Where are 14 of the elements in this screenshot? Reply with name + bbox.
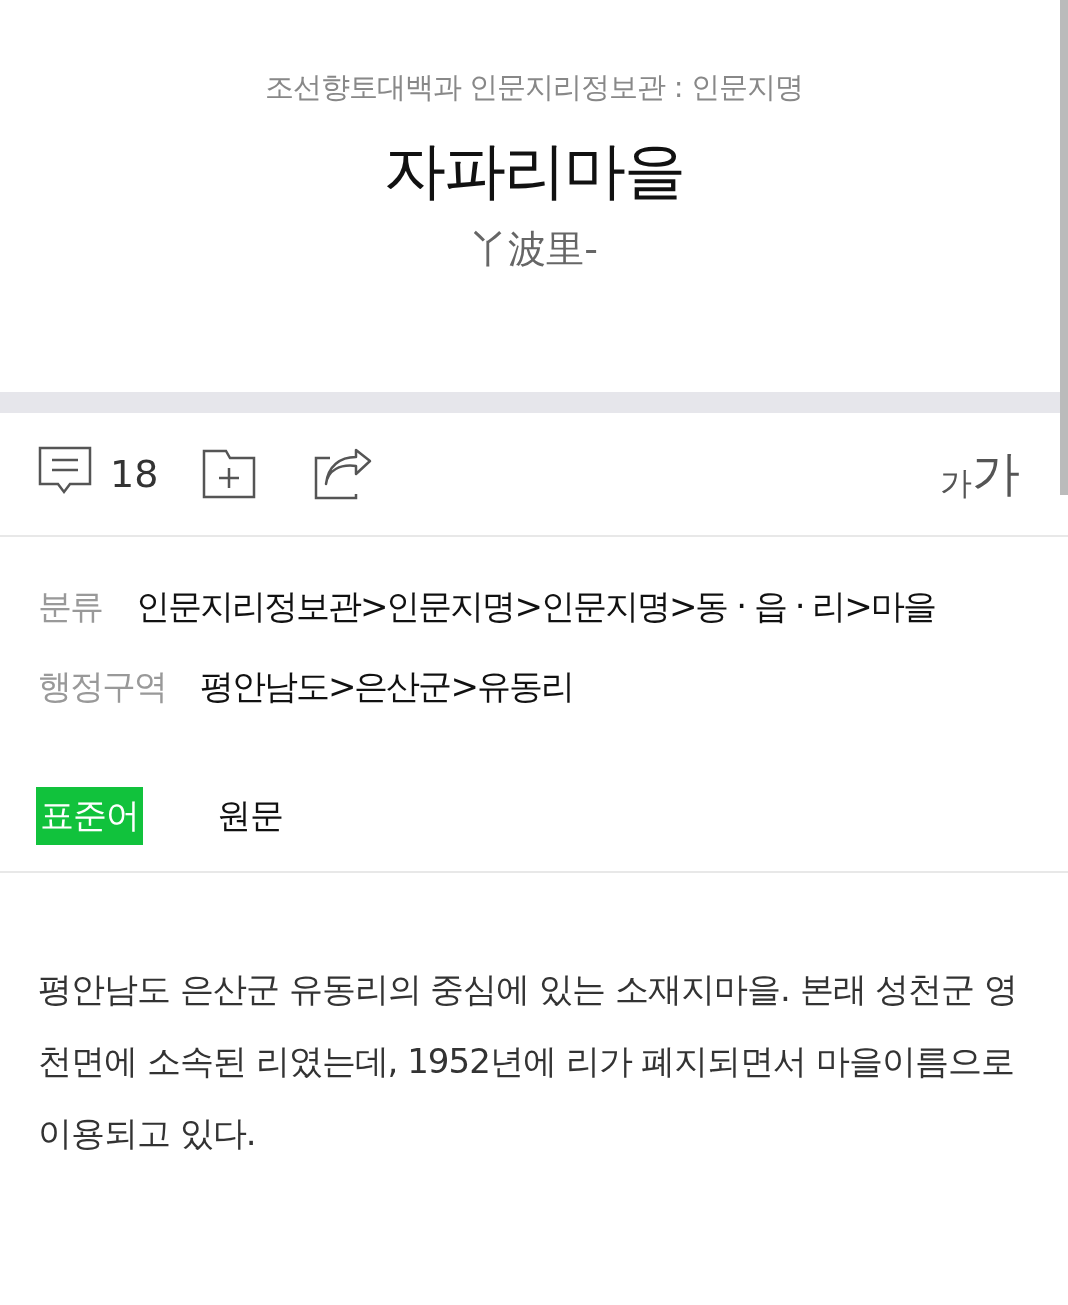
hanja-title: 丫波里-: [470, 226, 598, 274]
info-value: 평안남도>은산군>유동리: [200, 665, 573, 708]
source-category: 조선향토대백과 인문지리정보관 : 인문지명: [265, 69, 803, 106]
info-label: 행정구역: [38, 665, 166, 708]
add-folder-icon[interactable]: [202, 449, 257, 499]
entry-title: 자파리마을: [384, 134, 684, 209]
info-value: 인문지리정보관>인문지명>인문지명>동 · 읍 · 리>마을: [136, 585, 935, 628]
info-label: 분류: [38, 585, 102, 628]
font-size-button[interactable]: 가가: [940, 442, 1020, 506]
description-paragraph: 평안남도 은산군 유동리의 중심에 있는 소재지마을. 본래 성천군 영천면에 소속된 리였는데, 1952년에 리가 폐지되면서 마을이름으로 이용되고 있다.: [37, 968, 1019, 1155]
scrollbar[interactable]: [1060, 0, 1068, 495]
share-icon[interactable]: [314, 448, 373, 500]
tab[interactable]: 원문: [213, 787, 287, 845]
comment-count: 18: [110, 452, 159, 496]
